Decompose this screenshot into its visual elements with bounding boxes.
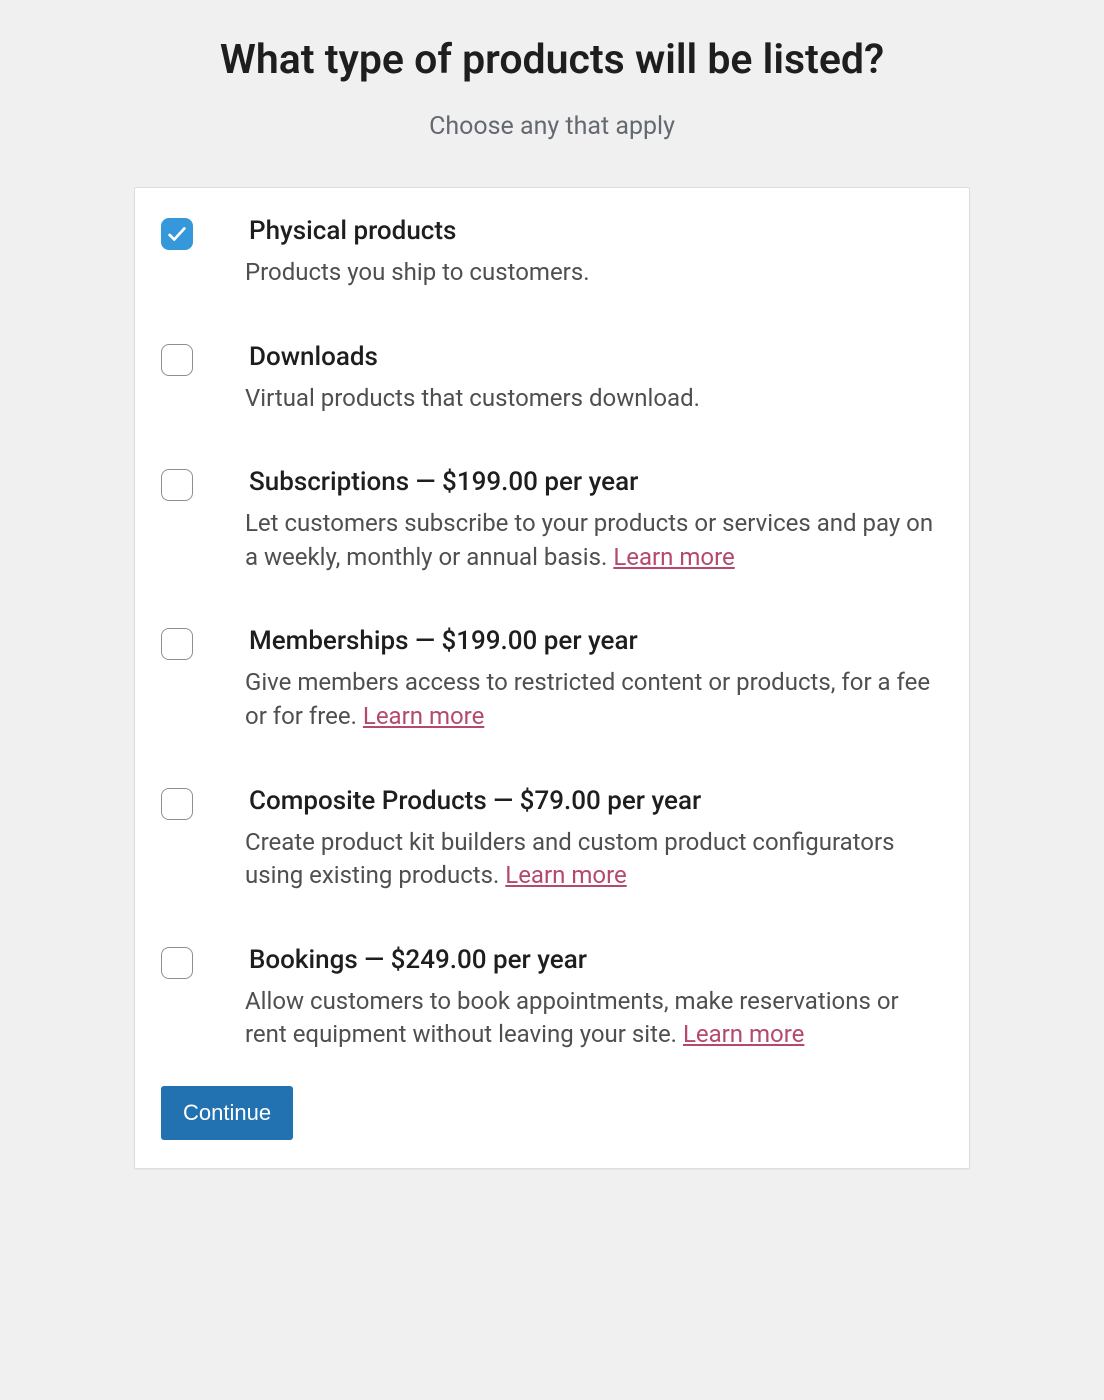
option-title: Composite Products — $79.00 per year xyxy=(249,786,943,816)
page-container: What type of products will be listed? Ch… xyxy=(0,36,1104,1169)
option-title: Subscriptions — $199.00 per year xyxy=(249,467,943,497)
option-description: Products you ship to customers. xyxy=(245,256,943,290)
option-content: Memberships — $199.00 per year Give memb… xyxy=(249,626,943,733)
option-description: Virtual products that customers download… xyxy=(245,382,943,416)
checkbox-downloads[interactable] xyxy=(161,344,193,376)
option-composite-products: Composite Products — $79.00 per year Cre… xyxy=(161,786,943,893)
option-title: Physical products xyxy=(249,216,943,246)
option-title: Downloads xyxy=(249,342,943,372)
learn-more-link[interactable]: Learn more xyxy=(505,861,626,889)
option-description: Let customers subscribe to your products… xyxy=(245,507,943,574)
option-memberships: Memberships — $199.00 per year Give memb… xyxy=(161,626,943,733)
option-bookings: Bookings — $249.00 per year Allow custom… xyxy=(161,945,943,1052)
page-subheading: Choose any that apply xyxy=(0,112,1104,141)
learn-more-link[interactable]: Learn more xyxy=(613,543,734,571)
option-subscriptions: Subscriptions — $199.00 per year Let cus… xyxy=(161,467,943,574)
continue-button[interactable]: Continue xyxy=(161,1086,293,1140)
option-downloads: Downloads Virtual products that customer… xyxy=(161,342,943,416)
option-title: Bookings — $249.00 per year xyxy=(249,945,943,975)
checkbox-composite-products[interactable] xyxy=(161,788,193,820)
option-description: Allow customers to book appointments, ma… xyxy=(245,985,943,1052)
option-description: Create product kit builders and custom p… xyxy=(245,826,943,893)
check-icon xyxy=(166,223,188,245)
learn-more-link[interactable]: Learn more xyxy=(363,702,484,730)
checkbox-subscriptions[interactable] xyxy=(161,469,193,501)
checkbox-memberships[interactable] xyxy=(161,628,193,660)
option-physical-products: Physical products Products you ship to c… xyxy=(161,216,943,290)
checkbox-bookings[interactable] xyxy=(161,947,193,979)
option-content: Physical products Products you ship to c… xyxy=(249,216,943,290)
page-heading: What type of products will be listed? xyxy=(0,36,1104,84)
checkbox-physical-products[interactable] xyxy=(161,218,193,250)
learn-more-link[interactable]: Learn more xyxy=(683,1020,804,1048)
option-content: Composite Products — $79.00 per year Cre… xyxy=(249,786,943,893)
option-title: Memberships — $199.00 per year xyxy=(249,626,943,656)
option-content: Bookings — $249.00 per year Allow custom… xyxy=(249,945,943,1052)
option-description: Give members access to restricted conten… xyxy=(245,666,943,733)
option-content: Downloads Virtual products that customer… xyxy=(249,342,943,416)
option-content: Subscriptions — $199.00 per year Let cus… xyxy=(249,467,943,574)
options-card: Physical products Products you ship to c… xyxy=(134,187,970,1169)
